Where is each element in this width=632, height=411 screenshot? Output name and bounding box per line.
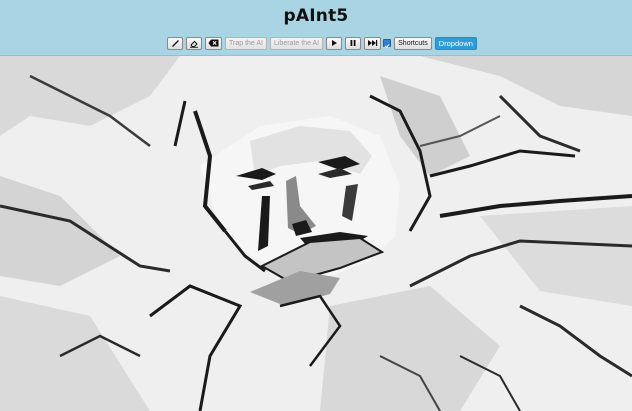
dropdown-button[interactable]: Dropdown: [434, 36, 477, 50]
clear-button[interactable]: [205, 36, 222, 50]
clear-icon: [208, 39, 219, 47]
app-title: pAInt5: [283, 6, 349, 26]
eraser-button[interactable]: [186, 36, 202, 50]
check-icon: [384, 34, 390, 53]
shortcuts-button[interactable]: Shortcuts: [394, 36, 432, 50]
pause-icon: [349, 39, 357, 47]
pencil-button[interactable]: [167, 36, 183, 50]
pause-button[interactable]: [345, 36, 362, 50]
auto-checkbox[interactable]: [383, 39, 392, 48]
fast-forward-button[interactable]: [364, 36, 382, 50]
painting-image: [0, 56, 632, 411]
pencil-icon: [171, 39, 180, 48]
play-icon: [330, 39, 338, 47]
toolbar: Trap the AI Liberate the AI Shortcuts Dr…: [167, 36, 477, 50]
play-button[interactable]: [326, 36, 343, 50]
fast-forward-icon: [367, 39, 378, 47]
app-header: pAInt5 Trap the AI Liberate the AI Short…: [0, 0, 632, 56]
painting-canvas[interactable]: [0, 56, 632, 411]
trap-the-ai-button[interactable]: Trap the AI: [225, 36, 267, 50]
liberate-the-ai-button[interactable]: Liberate the AI: [269, 36, 324, 50]
eraser-icon: [189, 39, 199, 48]
